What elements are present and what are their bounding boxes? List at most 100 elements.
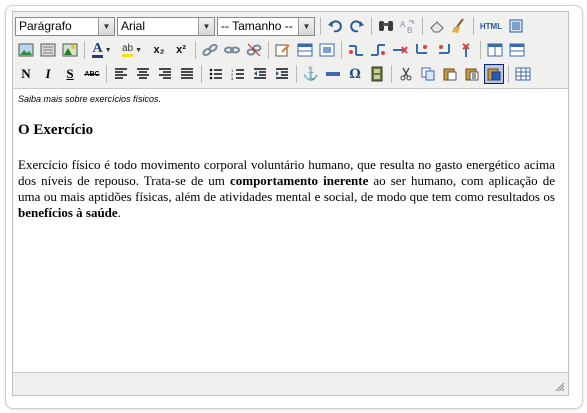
table-icon [297, 43, 313, 57]
outdent-icon [254, 68, 266, 79]
special-char-button[interactable]: Ω [345, 64, 365, 84]
italic-button[interactable]: I [38, 64, 58, 84]
chain-link-button[interactable] [222, 40, 242, 60]
separator [341, 41, 342, 59]
copy-button[interactable] [418, 64, 438, 84]
remove-format-button[interactable] [427, 16, 447, 36]
undo-button[interactable] [325, 16, 345, 36]
merge-cells-button[interactable] [507, 40, 527, 60]
insert-table-button[interactable] [295, 40, 315, 60]
fullscreen-button[interactable] [506, 16, 526, 36]
subscript-icon: x₂ [153, 44, 165, 56]
svg-text:3: 3 [231, 76, 234, 80]
insert-col-after-button[interactable] [434, 40, 454, 60]
insert-media-button[interactable] [38, 40, 58, 60]
align-justify-icon [181, 68, 193, 79]
cleanup-button[interactable] [449, 16, 469, 36]
paragraph-bold-1: comportamento inerente [229, 173, 369, 188]
unlink-button[interactable] [244, 40, 264, 60]
separator [195, 41, 196, 59]
bold-button[interactable]: N [16, 64, 36, 84]
insert-photo-button[interactable] [60, 40, 80, 60]
chevron-down-icon: ▼ [98, 17, 114, 35]
text-color-button[interactable]: A ▼ [89, 40, 115, 60]
html-source-button[interactable]: HTML [478, 16, 504, 36]
horizontal-rule-button[interactable] [323, 64, 343, 84]
indent-button[interactable] [272, 64, 292, 84]
format-select[interactable]: Parágrafo ▼ [15, 16, 115, 36]
replace-button[interactable]: AB [398, 16, 418, 36]
redo-button[interactable] [347, 16, 367, 36]
table-grid-icon [515, 67, 531, 81]
size-select[interactable]: -- Tamanho -- ▼ [217, 16, 315, 36]
resize-grip-icon[interactable] [555, 382, 565, 392]
merge-cells-icon [509, 43, 525, 57]
strikethrough-button[interactable]: ABC [82, 64, 102, 84]
eraser-icon [430, 21, 444, 33]
editor-content-area[interactable]: Saiba mais sobre exercícios físicos. O E… [13, 89, 568, 372]
split-cells-button[interactable] [485, 40, 505, 60]
delete-row-button[interactable] [390, 40, 410, 60]
numbered-list-button[interactable]: 123 [228, 64, 248, 84]
bullet-list-button[interactable] [206, 64, 226, 84]
row-before-icon [349, 45, 363, 56]
chevron-down-icon: ▼ [298, 17, 314, 35]
toolbar: Parágrafo ▼ Arial ▼ -- Tamanho -- ▼ A B … [13, 12, 568, 89]
chevron-down-icon: ▼ [198, 17, 214, 35]
subscript-button[interactable]: x₂ [149, 40, 169, 60]
strikethrough-icon: ABC [84, 70, 100, 78]
font-select[interactable]: Arial ▼ [117, 16, 215, 36]
separator [320, 17, 321, 35]
highlight-color-button[interactable]: ab ▼ [117, 40, 147, 60]
edit-icon [275, 44, 290, 57]
format-select-value: Parágrafo [19, 19, 72, 33]
separator [391, 65, 392, 83]
underline-button[interactable]: S [60, 64, 80, 84]
outdent-button[interactable] [250, 64, 270, 84]
cut-button[interactable] [396, 64, 416, 84]
align-center-icon [137, 68, 149, 79]
find-button[interactable] [376, 16, 396, 36]
delete-col-icon [462, 43, 470, 57]
insert-media-clip-button[interactable] [367, 64, 387, 84]
html-source-label: HTML [479, 21, 503, 31]
underline-icon: S [66, 66, 74, 81]
insert-link-button[interactable] [200, 40, 220, 60]
paste-word-button[interactable] [484, 64, 504, 84]
anchor-icon: ⚓ [302, 66, 320, 81]
paste-button[interactable] [440, 64, 460, 84]
table-grid-button[interactable] [513, 64, 533, 84]
anchor-button[interactable]: ⚓ [301, 64, 321, 84]
caption-text: Saiba mais sobre exercícios físicos. [18, 94, 162, 104]
content-heading: O Exercício [18, 122, 94, 138]
paste-icon [443, 68, 457, 81]
align-right-button[interactable] [155, 64, 175, 84]
binoculars-icon [379, 21, 393, 31]
edit-button[interactable] [273, 40, 293, 60]
paragraph-bold-2: benefícios à saúde [18, 205, 118, 220]
paste-text-button[interactable] [462, 64, 482, 84]
chevron-down-icon: ▼ [104, 46, 112, 54]
separator [422, 17, 423, 35]
align-center-button[interactable] [133, 64, 153, 84]
paste-text-icon [465, 68, 479, 81]
insert-row-before-button[interactable] [346, 40, 366, 60]
bold-icon: N [21, 66, 31, 81]
col-before-icon [416, 44, 427, 54]
rich-text-editor: Parágrafo ▼ Arial ▼ -- Tamanho -- ▼ A B … [12, 11, 569, 396]
toolbar-row-2: A ▼ ab ▼ x₂ x² [15, 38, 528, 62]
insert-row-after-button[interactable] [368, 40, 388, 60]
insert-image-button[interactable] [16, 40, 36, 60]
toolbar-row-1: Parágrafo ▼ Arial ▼ -- Tamanho -- ▼ A B … [15, 14, 527, 38]
chevron-down-icon: ▼ [135, 46, 143, 54]
superscript-button[interactable]: x² [171, 40, 191, 60]
align-justify-button[interactable] [177, 64, 197, 84]
chain-icon [224, 46, 240, 54]
align-left-button[interactable] [111, 64, 131, 84]
film-icon [371, 66, 383, 82]
table-props-button[interactable] [317, 40, 337, 60]
delete-col-button[interactable] [456, 40, 476, 60]
insert-col-before-button[interactable] [412, 40, 432, 60]
scissors-icon [400, 67, 412, 81]
italic-icon: I [45, 66, 51, 81]
